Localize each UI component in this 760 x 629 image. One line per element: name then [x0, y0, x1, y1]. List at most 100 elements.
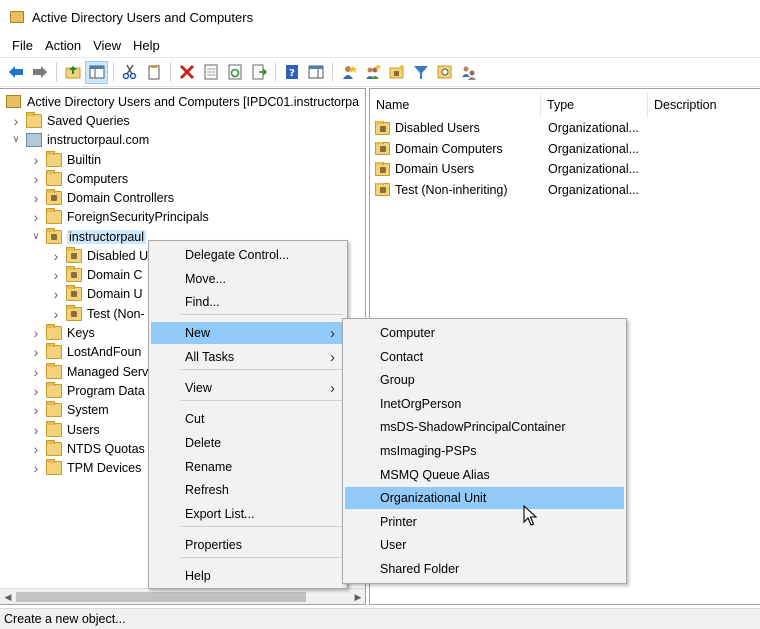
expand-chevron-icon[interactable]: ›: [50, 306, 62, 322]
new-submenu-item-msmq-queue-alias[interactable]: MSMQ Queue Alias: [345, 464, 624, 486]
new-ou-icon[interactable]: [385, 61, 408, 84]
context-menu-item-cut[interactable]: Cut: [151, 408, 345, 430]
list-item[interactable]: Test (Non-inheriting) Organizational...: [370, 180, 760, 200]
context-menu-item-move[interactable]: Move...: [151, 268, 345, 290]
new-submenu-item-msimaging-psps[interactable]: msImaging-PSPs: [345, 440, 624, 462]
find-icon[interactable]: [433, 61, 456, 84]
new-group-icon[interactable]: [361, 61, 384, 84]
tree-node[interactable]: ∨ instructorpaul.com: [10, 130, 149, 149]
new-submenu-item-computer[interactable]: Computer: [345, 322, 624, 344]
tree-node[interactable]: › ForeignSecurityPrincipals: [30, 207, 209, 226]
expand-chevron-icon[interactable]: ›: [30, 325, 42, 341]
expand-chevron-icon[interactable]: ›: [30, 383, 42, 399]
expand-chevron-icon[interactable]: ›: [10, 113, 22, 129]
scroll-left-arrow-icon[interactable]: ◀: [0, 589, 16, 604]
filter-icon[interactable]: [409, 61, 432, 84]
tree-node[interactable]: › NTDS Quotas: [30, 439, 145, 458]
context-menu-item-rename[interactable]: Rename: [151, 456, 345, 478]
menu-action[interactable]: Action: [39, 38, 87, 53]
new-submenu-item-user[interactable]: User: [345, 534, 624, 556]
new-submenu-item-printer[interactable]: Printer: [345, 511, 624, 533]
new-submenu-item-organizational-unit[interactable]: Organizational Unit: [345, 487, 624, 510]
context-menu-item-refresh[interactable]: Refresh: [151, 479, 345, 501]
menu-view[interactable]: View: [87, 38, 127, 53]
collapse-chevron-icon[interactable]: ∨: [10, 134, 22, 146]
new-user-icon[interactable]: [337, 61, 360, 84]
tree-node[interactable]: › Saved Queries: [10, 111, 130, 130]
menu-help[interactable]: Help: [127, 38, 166, 53]
export-list-icon[interactable]: [247, 61, 270, 84]
menu-item-label: MSMQ Queue Alias: [380, 467, 490, 482]
list-item[interactable]: Disabled Users Organizational...: [370, 118, 760, 138]
list-item[interactable]: Domain Users Organizational...: [370, 159, 760, 179]
scrollbar-thumb[interactable]: [16, 592, 306, 602]
expand-chevron-icon[interactable]: ›: [30, 364, 42, 380]
tree-node[interactable]: › Domain C: [50, 265, 143, 284]
context-menu-item-help[interactable]: Help: [151, 565, 345, 587]
properties-icon[interactable]: [199, 61, 222, 84]
expand-chevron-icon[interactable]: ›: [50, 248, 62, 264]
column-header-name[interactable]: Name: [370, 92, 541, 118]
tree-node[interactable]: › Domain U: [50, 284, 143, 303]
expand-chevron-icon[interactable]: ›: [30, 209, 42, 225]
tree-node[interactable]: › Computers: [30, 169, 128, 188]
tree-node[interactable]: › Users: [30, 420, 100, 439]
tree-node[interactable]: › Program Data: [30, 381, 145, 400]
expand-chevron-icon[interactable]: ›: [50, 286, 62, 302]
new-submenu-item-contact[interactable]: Contact: [345, 346, 624, 368]
new-submenu-item-shared-folder[interactable]: Shared Folder: [345, 558, 624, 580]
expand-chevron-icon[interactable]: ›: [30, 152, 42, 168]
refresh-icon[interactable]: [223, 61, 246, 84]
tree-root[interactable]: Active Directory Users and Computers [IP…: [6, 92, 359, 111]
tree-node[interactable]: › Managed Serv: [30, 362, 148, 381]
collapse-chevron-icon[interactable]: ∨: [30, 231, 42, 243]
show-console-tree-icon[interactable]: [85, 60, 108, 84]
menu-separator: [181, 526, 343, 527]
context-menu-item-view[interactable]: View ›: [151, 377, 345, 399]
expand-chevron-icon[interactable]: ›: [30, 460, 42, 476]
show-action-pane-icon[interactable]: [304, 61, 327, 84]
delete-icon[interactable]: [175, 61, 198, 84]
context-menu-item-delete[interactable]: Delete: [151, 432, 345, 454]
tree-node[interactable]: › LostAndFoun: [30, 342, 141, 361]
new-submenu-item-inetorgperson[interactable]: InetOrgPerson: [345, 393, 624, 415]
expand-chevron-icon[interactable]: ›: [30, 190, 42, 206]
context-menu-item-export-list[interactable]: Export List...: [151, 503, 345, 525]
folder-icon: [26, 111, 42, 128]
list-item[interactable]: Domain Computers Organizational...: [370, 139, 760, 159]
column-header-description[interactable]: Description: [648, 92, 760, 118]
cut-icon[interactable]: [118, 61, 141, 84]
column-header-type[interactable]: Type: [541, 92, 648, 118]
help-icon[interactable]: ?: [280, 61, 303, 84]
expand-chevron-icon[interactable]: ›: [30, 344, 42, 360]
context-menu-item-find[interactable]: Find...: [151, 291, 345, 313]
expand-chevron-icon[interactable]: ›: [30, 441, 42, 457]
forward-arrow-icon[interactable]: [28, 61, 51, 84]
tree-node[interactable]: › Keys: [30, 323, 95, 342]
delegate-icon[interactable]: [457, 61, 480, 84]
scroll-right-arrow-icon[interactable]: ▶: [350, 589, 365, 604]
new-submenu-item-msds-shadowprincipalcontainer[interactable]: msDS-ShadowPrincipalContainer: [345, 416, 624, 438]
context-menu-item-all-tasks[interactable]: All Tasks ›: [151, 346, 345, 368]
copy-icon[interactable]: [142, 61, 165, 84]
context-menu-item-properties[interactable]: Properties: [151, 534, 345, 556]
context-menu-item-delegate-control[interactable]: Delegate Control...: [151, 244, 345, 266]
ou-folder-icon: [375, 182, 390, 196]
tree-horizontal-scrollbar[interactable]: ◀ ▶: [0, 588, 365, 604]
tree-node[interactable]: ∨ instructorpaul: [30, 227, 147, 246]
expand-chevron-icon[interactable]: ›: [30, 402, 42, 418]
expand-chevron-icon[interactable]: ›: [30, 422, 42, 438]
tree-node[interactable]: › TPM Devices: [30, 458, 141, 477]
tree-node[interactable]: › System: [30, 400, 109, 419]
expand-chevron-icon[interactable]: ›: [50, 267, 62, 283]
new-submenu-item-group[interactable]: Group: [345, 369, 624, 391]
up-folder-icon[interactable]: [61, 61, 84, 84]
menu-file[interactable]: File: [6, 38, 39, 53]
tree-node[interactable]: › Domain Controllers: [30, 188, 174, 207]
context-menu-item-new[interactable]: New ›: [151, 322, 345, 344]
expand-chevron-icon[interactable]: ›: [30, 171, 42, 187]
tree-node[interactable]: › Disabled U: [50, 246, 148, 265]
tree-node[interactable]: › Test (Non-: [50, 304, 145, 323]
tree-node[interactable]: › Builtin: [30, 150, 101, 169]
back-arrow-icon[interactable]: [4, 61, 27, 84]
